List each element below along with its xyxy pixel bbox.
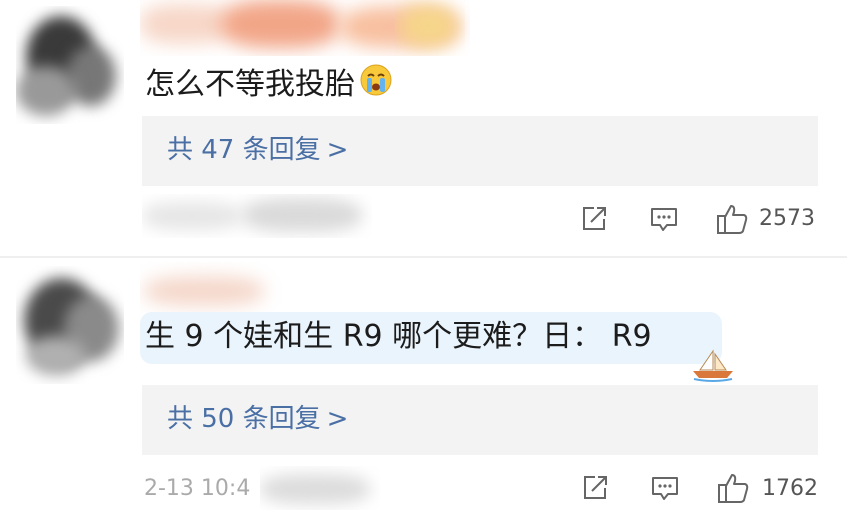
thumbs-up-icon (718, 474, 749, 503)
like-button[interactable] (716, 202, 750, 240)
comment-date: 2-13 10:4 (144, 476, 251, 501)
comment-button[interactable] (650, 474, 680, 508)
share-icon (583, 207, 606, 230)
comment-button[interactable] (649, 205, 679, 239)
username-redacted[interactable] (140, 262, 290, 318)
loudly-crying-emoji-icon (359, 63, 393, 108)
view-replies-link[interactable]: 共 50 条回复 > (167, 399, 348, 439)
comment-icon (652, 477, 678, 500)
comment-text: 怎么不等我投胎 (145, 63, 393, 108)
share-icon (584, 476, 607, 499)
comment-divider (0, 256, 847, 258)
like-count: 1762 (762, 476, 818, 501)
sailboat-badge-icon (690, 348, 736, 386)
comment-text: 生 9 个娃和生 R9 哪个更难？日： R9 (145, 319, 652, 354)
view-replies-link[interactable]: 共 47 条回复 > (167, 130, 348, 170)
like-button[interactable] (717, 471, 751, 509)
replies-panel: 共 47 条回复 > (142, 116, 818, 186)
thumbs-up-icon (717, 205, 748, 234)
comment-item-1: 怎么不等我投胎 共 47 条回复 > 2573 (0, 0, 847, 258)
meta-redacted (142, 194, 372, 238)
meta-redacted (260, 466, 380, 510)
like-count: 2573 (759, 206, 815, 231)
user-badge-redacted (395, 0, 465, 56)
replies-panel: 共 50 条回复 > (142, 385, 818, 455)
avatar[interactable] (16, 6, 124, 124)
avatar[interactable] (16, 266, 124, 384)
comment-item-2: 生 9 个娃和生 R9 哪个更难？日： R9 共 50 条回复 > 2-13 10… (0, 260, 847, 508)
share-button[interactable] (580, 205, 608, 237)
share-button[interactable] (581, 474, 609, 506)
comment-icon (651, 208, 677, 231)
